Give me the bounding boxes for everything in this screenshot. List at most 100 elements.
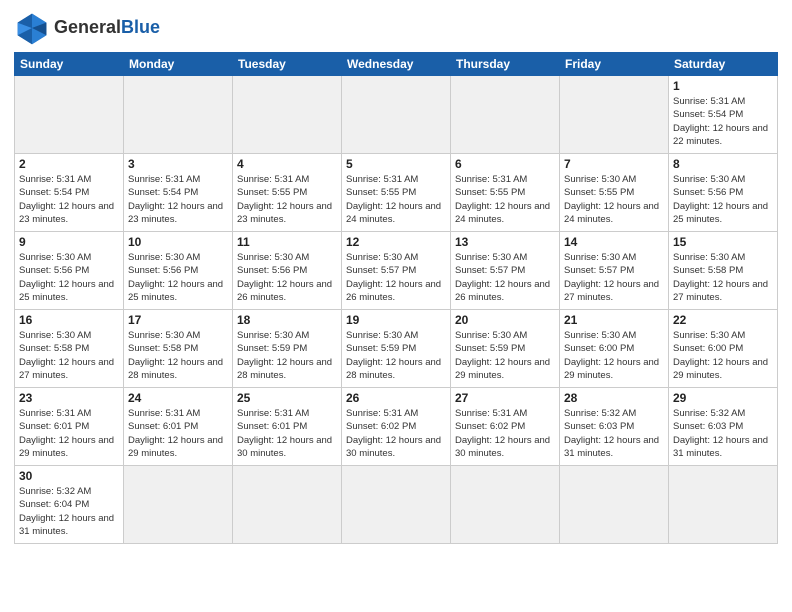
table-row: 24 Sunrise: 5:31 AMSunset: 6:01 PMDayligh… xyxy=(124,388,233,466)
day-info: Sunrise: 5:32 AMSunset: 6:03 PMDaylight:… xyxy=(673,407,773,460)
table-row xyxy=(560,76,669,154)
table-row xyxy=(342,76,451,154)
table-row: 17 Sunrise: 5:30 AMSunset: 5:58 PMDayligh… xyxy=(124,310,233,388)
table-row: 1 Sunrise: 5:31 AMSunset: 5:54 PMDaylight… xyxy=(669,76,778,154)
day-info: Sunrise: 5:30 AMSunset: 5:57 PMDaylight:… xyxy=(346,251,446,304)
table-row: 19 Sunrise: 5:30 AMSunset: 5:59 PMDayligh… xyxy=(342,310,451,388)
day-number: 17 xyxy=(128,313,228,327)
table-row: 21 Sunrise: 5:30 AMSunset: 6:00 PMDayligh… xyxy=(560,310,669,388)
day-number: 16 xyxy=(19,313,119,327)
header-saturday: Saturday xyxy=(669,53,778,76)
day-number: 21 xyxy=(564,313,664,327)
day-number: 14 xyxy=(564,235,664,249)
day-number: 18 xyxy=(237,313,337,327)
day-number: 11 xyxy=(237,235,337,249)
calendar-row: 16 Sunrise: 5:30 AMSunset: 5:58 PMDayligh… xyxy=(15,310,778,388)
day-number: 23 xyxy=(19,391,119,405)
day-number: 20 xyxy=(455,313,555,327)
header-thursday: Thursday xyxy=(451,53,560,76)
day-info: Sunrise: 5:30 AMSunset: 5:59 PMDaylight:… xyxy=(455,329,555,382)
table-row: 18 Sunrise: 5:30 AMSunset: 5:59 PMDayligh… xyxy=(233,310,342,388)
table-row: 4Sunrise: 5:31 AMSunset: 5:55 PMDaylight… xyxy=(233,154,342,232)
day-info: Sunrise: 5:30 AMSunset: 5:57 PMDaylight:… xyxy=(564,251,664,304)
table-row xyxy=(669,466,778,544)
day-info: Sunrise: 5:30 AMSunset: 5:56 PMDaylight:… xyxy=(673,173,773,226)
table-row: 3 Sunrise: 5:31 AMSunset: 5:54 PMDaylight… xyxy=(124,154,233,232)
day-info: Sunrise: 5:30 AMSunset: 5:58 PMDaylight:… xyxy=(128,329,228,382)
table-row: 20 Sunrise: 5:30 AMSunset: 5:59 PMDayligh… xyxy=(451,310,560,388)
table-row: 10Sunrise: 5:30 AMSunset: 5:56 PMDayligh… xyxy=(124,232,233,310)
day-number: 3 xyxy=(128,157,228,171)
day-info: Sunrise: 5:30 AMSunset: 5:55 PMDaylight:… xyxy=(564,173,664,226)
logo: GeneralBlue xyxy=(14,10,160,46)
table-row: 2 Sunrise: 5:31 AMSunset: 5:54 PMDaylight… xyxy=(15,154,124,232)
day-info: Sunrise: 5:31 AMSunset: 5:54 PMDaylight:… xyxy=(128,173,228,226)
table-row xyxy=(560,466,669,544)
table-row: 15 Sunrise: 5:30 AMSunset: 5:58 PMDayligh… xyxy=(669,232,778,310)
day-info: Sunrise: 5:31 AMSunset: 5:54 PMDaylight:… xyxy=(19,173,119,226)
table-row: 9 Sunrise: 5:30 AMSunset: 5:56 PMDaylight… xyxy=(15,232,124,310)
table-row xyxy=(233,76,342,154)
table-row: 25Sunrise: 5:31 AMSunset: 6:01 PMDayligh… xyxy=(233,388,342,466)
day-info: Sunrise: 5:31 AMSunset: 6:02 PMDaylight:… xyxy=(346,407,446,460)
table-row xyxy=(233,466,342,544)
table-row: 30Sunrise: 5:32 AMSunset: 6:04 PMDayligh… xyxy=(15,466,124,544)
day-number: 29 xyxy=(673,391,773,405)
table-row: 29 Sunrise: 5:32 AMSunset: 6:03 PMDayligh… xyxy=(669,388,778,466)
table-row xyxy=(451,76,560,154)
day-info: Sunrise: 5:30 AMSunset: 6:00 PMDaylight:… xyxy=(564,329,664,382)
day-info: Sunrise: 5:31 AMSunset: 6:01 PMDaylight:… xyxy=(128,407,228,460)
header: GeneralBlue xyxy=(14,10,778,46)
table-row xyxy=(342,466,451,544)
day-info: Sunrise: 5:30 AMSunset: 6:00 PMDaylight:… xyxy=(673,329,773,382)
table-row: 26Sunrise: 5:31 AMSunset: 6:02 PMDayligh… xyxy=(342,388,451,466)
day-number: 19 xyxy=(346,313,446,327)
day-number: 2 xyxy=(19,157,119,171)
table-row xyxy=(451,466,560,544)
calendar-row: 30Sunrise: 5:32 AMSunset: 6:04 PMDayligh… xyxy=(15,466,778,544)
day-number: 25 xyxy=(237,391,337,405)
day-number: 6 xyxy=(455,157,555,171)
day-info: Sunrise: 5:31 AMSunset: 6:02 PMDaylight:… xyxy=(455,407,555,460)
table-row: 13Sunrise: 5:30 AMSunset: 5:57 PMDayligh… xyxy=(451,232,560,310)
day-number: 1 xyxy=(673,79,773,93)
table-row: 8 Sunrise: 5:30 AMSunset: 5:56 PMDaylight… xyxy=(669,154,778,232)
table-row: 28Sunrise: 5:32 AMSunset: 6:03 PMDayligh… xyxy=(560,388,669,466)
day-info: Sunrise: 5:30 AMSunset: 5:59 PMDaylight:… xyxy=(346,329,446,382)
table-row xyxy=(15,76,124,154)
day-number: 5 xyxy=(346,157,446,171)
day-info: Sunrise: 5:30 AMSunset: 5:56 PMDaylight:… xyxy=(19,251,119,304)
day-number: 15 xyxy=(673,235,773,249)
logo-icon xyxy=(14,10,50,46)
day-number: 12 xyxy=(346,235,446,249)
table-row: 11 Sunrise: 5:30 AMSunset: 5:56 PMDayligh… xyxy=(233,232,342,310)
logo-general: General xyxy=(54,17,121,37)
table-row: 12 Sunrise: 5:30 AMSunset: 5:57 PMDayligh… xyxy=(342,232,451,310)
day-info: Sunrise: 5:30 AMSunset: 5:58 PMDaylight:… xyxy=(19,329,119,382)
page: GeneralBlue Sunday Monday Tuesday Wednes… xyxy=(0,0,792,612)
day-number: 13 xyxy=(455,235,555,249)
day-number: 24 xyxy=(128,391,228,405)
table-row: 5Sunrise: 5:31 AMSunset: 5:55 PMDaylight… xyxy=(342,154,451,232)
day-info: Sunrise: 5:32 AMSunset: 6:04 PMDaylight:… xyxy=(19,485,119,538)
logo-text-block: GeneralBlue xyxy=(54,18,160,38)
day-info: Sunrise: 5:31 AMSunset: 5:54 PMDaylight:… xyxy=(673,95,773,148)
day-number: 9 xyxy=(19,235,119,249)
day-info: Sunrise: 5:30 AMSunset: 5:59 PMDaylight:… xyxy=(237,329,337,382)
calendar-row: 9 Sunrise: 5:30 AMSunset: 5:56 PMDaylight… xyxy=(15,232,778,310)
table-row xyxy=(124,76,233,154)
calendar-row: 2 Sunrise: 5:31 AMSunset: 5:54 PMDaylight… xyxy=(15,154,778,232)
day-number: 22 xyxy=(673,313,773,327)
day-number: 8 xyxy=(673,157,773,171)
day-info: Sunrise: 5:31 AMSunset: 6:01 PMDaylight:… xyxy=(19,407,119,460)
day-info: Sunrise: 5:30 AMSunset: 5:56 PMDaylight:… xyxy=(237,251,337,304)
table-row xyxy=(124,466,233,544)
day-number: 27 xyxy=(455,391,555,405)
header-tuesday: Tuesday xyxy=(233,53,342,76)
header-wednesday: Wednesday xyxy=(342,53,451,76)
day-info: Sunrise: 5:31 AMSunset: 5:55 PMDaylight:… xyxy=(455,173,555,226)
calendar-row: 23 Sunrise: 5:31 AMSunset: 6:01 PMDayligh… xyxy=(15,388,778,466)
table-row: 7Sunrise: 5:30 AMSunset: 5:55 PMDaylight… xyxy=(560,154,669,232)
day-number: 28 xyxy=(564,391,664,405)
day-info: Sunrise: 5:30 AMSunset: 5:58 PMDaylight:… xyxy=(673,251,773,304)
